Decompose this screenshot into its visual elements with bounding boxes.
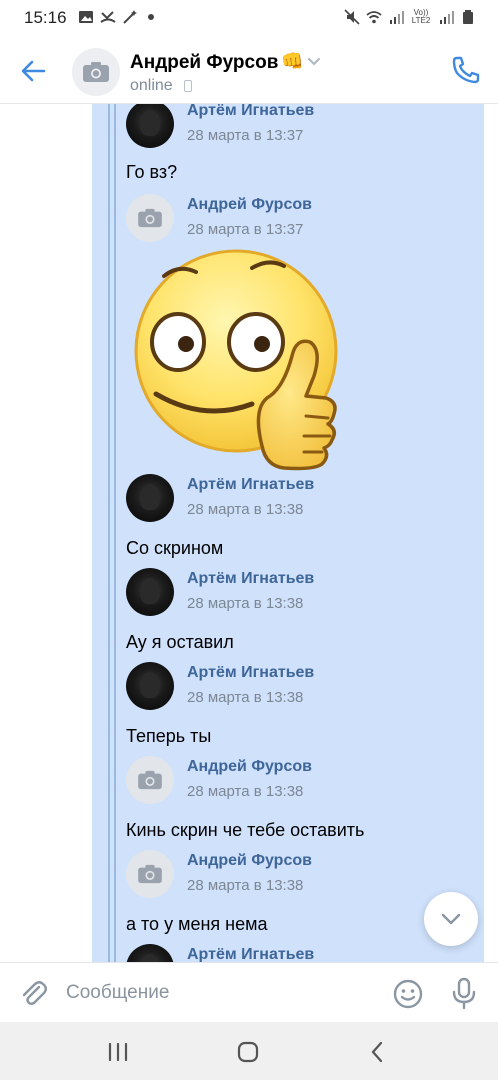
author-avatar[interactable] xyxy=(126,568,174,616)
home-icon[interactable] xyxy=(236,1040,260,1064)
paperclip-icon[interactable] xyxy=(20,978,50,1008)
signal-icon xyxy=(390,11,404,24)
contact-name[interactable]: Андрей Фурсов xyxy=(130,52,278,74)
message-text: Теперь ты xyxy=(126,726,212,746)
author-name[interactable]: Артём Игнатьев xyxy=(187,664,314,682)
message-text: Со скрином xyxy=(126,538,224,558)
thumbs-up-smiley-sticker[interactable] xyxy=(134,246,344,471)
message-header: Андрей Фурсов 28 марта в 13:38 xyxy=(126,850,426,898)
message-list[interactable]: Артём Игнатьев 28 марта в 13:37 Го вз? А… xyxy=(0,104,498,962)
status-right-icons: Vo)) LTE2 xyxy=(344,9,476,25)
chevron-down-icon[interactable] xyxy=(306,56,322,68)
phone-call-icon[interactable] xyxy=(450,54,482,86)
message-header: Артём Игнатьев 28 марта в 13:38 xyxy=(126,474,426,522)
author-name[interactable]: Артём Игнатьев xyxy=(187,946,314,962)
message-time: 28 марта в 13:38 xyxy=(187,595,304,612)
status-bar: 15:16 Vo)) LTE2 xyxy=(0,0,498,38)
chevron-down-icon xyxy=(441,913,461,925)
message-header: Андрей Фурсов 28 марта в 13:38 xyxy=(126,756,426,804)
battery-icon xyxy=(463,10,473,24)
author-name[interactable]: Андрей Фурсов xyxy=(187,758,312,776)
notification-dot-icon xyxy=(148,14,154,20)
message-time: 28 марта в 13:38 xyxy=(187,783,304,800)
message-time: 28 марта в 13:38 xyxy=(187,877,304,894)
status-time: 15:16 xyxy=(24,8,67,27)
author-name[interactable]: Артём Игнатьев xyxy=(187,476,314,494)
back-icon[interactable] xyxy=(368,1040,386,1064)
emoji-icon[interactable] xyxy=(392,978,424,1010)
mobile-online-icon xyxy=(184,80,192,92)
missed-call-icon xyxy=(100,11,116,23)
message-header: Артём Игнатьев 28 марта в 13:37 xyxy=(126,104,426,148)
status-left-icons xyxy=(78,9,154,25)
chat-header: Андрей Фурсов 👊 online xyxy=(0,38,498,104)
author-avatar[interactable] xyxy=(126,662,174,710)
author-avatar[interactable] xyxy=(126,104,174,148)
lte-indicator: Vo)) LTE2 xyxy=(411,8,431,25)
author-avatar[interactable] xyxy=(126,756,174,804)
message-header: Артём Игнатьев 28 марта в 13:38 xyxy=(126,662,426,710)
message-text: а то у меня нема xyxy=(126,914,268,934)
author-avatar[interactable] xyxy=(126,474,174,522)
author-avatar[interactable] xyxy=(126,944,174,962)
contact-avatar[interactable] xyxy=(72,48,120,96)
message-text: Кинь скрин че тебе оставить xyxy=(126,820,365,840)
camera-icon xyxy=(138,770,162,790)
message-header: Артём Игнатьев xyxy=(126,944,426,962)
fist-emoji: 👊 xyxy=(281,51,304,71)
message-composer xyxy=(0,962,498,1022)
message-text: Ау я оставил xyxy=(126,632,234,652)
system-navigation-bar xyxy=(0,1022,498,1080)
message-time: 28 марта в 13:38 xyxy=(187,689,304,706)
message-header: Андрей Фурсов 28 марта в 13:37 xyxy=(126,194,426,242)
forward-quote-line xyxy=(114,104,116,962)
magic-wand-icon xyxy=(123,10,137,24)
back-arrow-icon[interactable] xyxy=(18,56,50,86)
camera-icon xyxy=(138,864,162,884)
author-avatar[interactable] xyxy=(126,194,174,242)
camera-icon xyxy=(83,62,109,82)
author-name[interactable]: Андрей Фурсов xyxy=(187,852,312,870)
gallery-icon xyxy=(79,11,93,23)
recent-apps-icon[interactable] xyxy=(106,1042,130,1062)
forward-quote-line xyxy=(108,104,110,962)
message-time: 28 марта в 13:37 xyxy=(187,221,304,238)
mute-icon xyxy=(344,9,360,25)
message-input[interactable] xyxy=(66,977,376,1009)
microphone-icon[interactable] xyxy=(450,977,478,1011)
message-time: 28 марта в 13:38 xyxy=(187,501,304,518)
author-name[interactable]: Артём Игнатьев xyxy=(187,570,314,588)
camera-icon xyxy=(138,208,162,228)
author-name[interactable]: Андрей Фурсов xyxy=(187,196,312,214)
wifi-icon xyxy=(366,11,382,24)
author-name[interactable]: Артём Игнатьев xyxy=(187,104,314,120)
author-avatar[interactable] xyxy=(126,850,174,898)
message-header: Артём Игнатьев 28 марта в 13:38 xyxy=(126,568,426,616)
scroll-down-button[interactable] xyxy=(424,892,478,946)
contact-status: online xyxy=(130,77,173,94)
signal-2-icon xyxy=(440,11,454,24)
message-time: 28 марта в 13:37 xyxy=(187,127,304,144)
message-text: Го вз? xyxy=(126,162,178,182)
